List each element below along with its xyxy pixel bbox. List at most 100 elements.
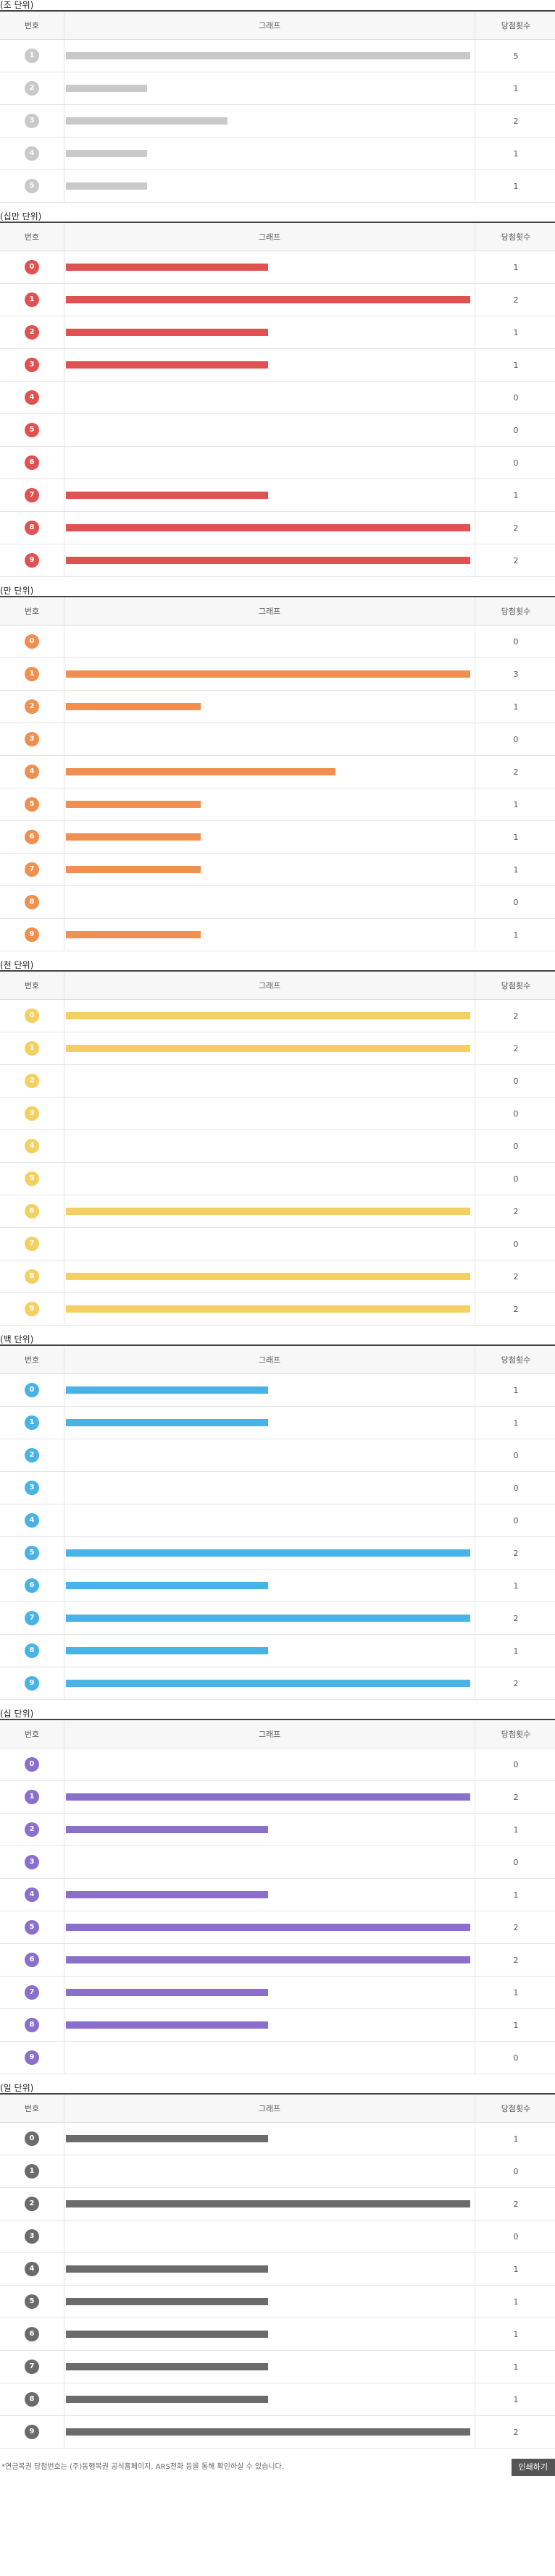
graph-header: 그래프: [64, 11, 475, 40]
graph-cell: [64, 2285, 475, 2318]
graph-cell: [64, 853, 475, 886]
bar-track: [66, 1305, 470, 1313]
table-body: 02122030405062708292: [0, 999, 555, 1326]
table-row: 61: [0, 1569, 555, 1602]
count-value: 2: [475, 511, 555, 544]
count-value: 1: [475, 251, 555, 284]
number-ball: 6: [25, 1578, 39, 1593]
table-row: 01: [0, 2122, 555, 2155]
table-body: 00122130415262718190: [0, 1748, 555, 2074]
num-header: 번호: [0, 597, 64, 626]
graph-cell: [64, 1748, 475, 1781]
bar-track: [66, 670, 470, 678]
print-button[interactable]: 인쇄하기: [511, 2459, 555, 2476]
bar: [66, 1045, 470, 1052]
graph-cell: [64, 1195, 475, 1228]
number-cell: 5: [0, 2285, 64, 2318]
number-cell: 0: [0, 1748, 64, 1781]
count-header: 당첨횟수: [475, 971, 555, 1000]
count-value: 0: [475, 1504, 555, 1537]
table-row: 71: [0, 1976, 555, 2009]
graph-cell: [64, 251, 475, 284]
table-row: 30: [0, 1097, 555, 1130]
number-cell: 4: [0, 1129, 64, 1163]
number-cell: 1: [0, 283, 64, 316]
table-row: 12: [0, 1032, 555, 1065]
graph-cell: [64, 1780, 475, 1814]
bar: [66, 492, 268, 499]
bar: [66, 182, 147, 190]
count-value: 1: [475, 72, 555, 105]
section-title: (십만 단위): [0, 211, 42, 222]
number-ball: 5: [25, 1171, 39, 1186]
number-cell: 6: [0, 2318, 64, 2351]
bar: [66, 1956, 470, 1963]
header-row: 번호 그래프 당첨횟수: [0, 1345, 555, 1374]
number-cell: 6: [0, 446, 64, 479]
table-row: 82: [0, 511, 555, 544]
graph-cell: [64, 1667, 475, 1700]
number-ball: 1: [25, 49, 39, 63]
number-ball: 2: [25, 2197, 39, 2211]
bar-track: [66, 1761, 470, 1768]
table-row: 50: [0, 1162, 555, 1195]
bar-track: [66, 150, 470, 157]
number-ball: 9: [25, 1302, 39, 1316]
count-value: 0: [475, 1471, 555, 1504]
number-ball: 3: [25, 1855, 39, 1869]
count-value: 0: [475, 446, 555, 479]
number-ball: 3: [25, 1106, 39, 1121]
number-cell: 4: [0, 1504, 64, 1537]
number-ball: 3: [25, 1481, 39, 1495]
number-ball: 4: [25, 765, 39, 779]
number-ball: 1: [25, 667, 39, 681]
bar-track: [66, 1419, 470, 1426]
number-ball: 1: [25, 1790, 39, 1804]
number-cell: 7: [0, 1976, 64, 2009]
number-cell: 0: [0, 999, 64, 1032]
bar-track: [66, 1924, 470, 1931]
number-cell: 4: [0, 137, 64, 170]
count-value: 1: [475, 2122, 555, 2155]
count-value: 1: [475, 169, 555, 203]
count-value: 3: [475, 657, 555, 691]
num-header: 번호: [0, 1720, 64, 1748]
number-ball: 6: [25, 830, 39, 844]
graph-cell: [64, 2041, 475, 2074]
bar-track: [66, 2428, 470, 2436]
number-ball: 0: [25, 2131, 39, 2146]
count-header: 당첨횟수: [475, 1720, 555, 1748]
number-ball: 0: [25, 1383, 39, 1397]
number-ball: 7: [25, 862, 39, 877]
number-ball: 2: [25, 699, 39, 714]
bar: [66, 833, 201, 841]
graph-cell: [64, 511, 475, 544]
table-row: 10: [0, 2155, 555, 2188]
graph-cell: [64, 1292, 475, 1326]
bar: [66, 2298, 268, 2305]
number-cell: 6: [0, 1569, 64, 1602]
graph-cell: [64, 885, 475, 919]
table-row: 42: [0, 755, 555, 788]
count-value: 0: [475, 1162, 555, 1195]
number-cell: 3: [0, 1471, 64, 1504]
num-header: 번호: [0, 222, 64, 251]
bar-track: [66, 394, 470, 401]
bar-track: [66, 426, 470, 434]
bar-track: [66, 2168, 470, 2175]
count-value: 1: [475, 2008, 555, 2042]
graph-cell: [64, 1504, 475, 1537]
number-cell: 7: [0, 853, 64, 886]
stats-table: 번호 그래프 당첨횟수 0 1 1 1 2 0 3 0 4 0 5 2 6 1 7 2 8 1 9 2: [0, 1344, 555, 1700]
bar-track: [66, 557, 470, 564]
header-row: 번호 그래프 당첨횟수: [0, 11, 555, 40]
section-title: (만 단위): [0, 586, 34, 596]
count-value: 0: [475, 1227, 555, 1260]
bar: [66, 801, 201, 808]
table-row: 90: [0, 2041, 555, 2074]
graph-cell: [64, 1227, 475, 1260]
header-row: 번호 그래프 당첨횟수: [0, 222, 555, 251]
number-ball: 2: [25, 81, 39, 96]
count-value: 1: [475, 1813, 555, 1846]
count-value: 1: [475, 1569, 555, 1602]
